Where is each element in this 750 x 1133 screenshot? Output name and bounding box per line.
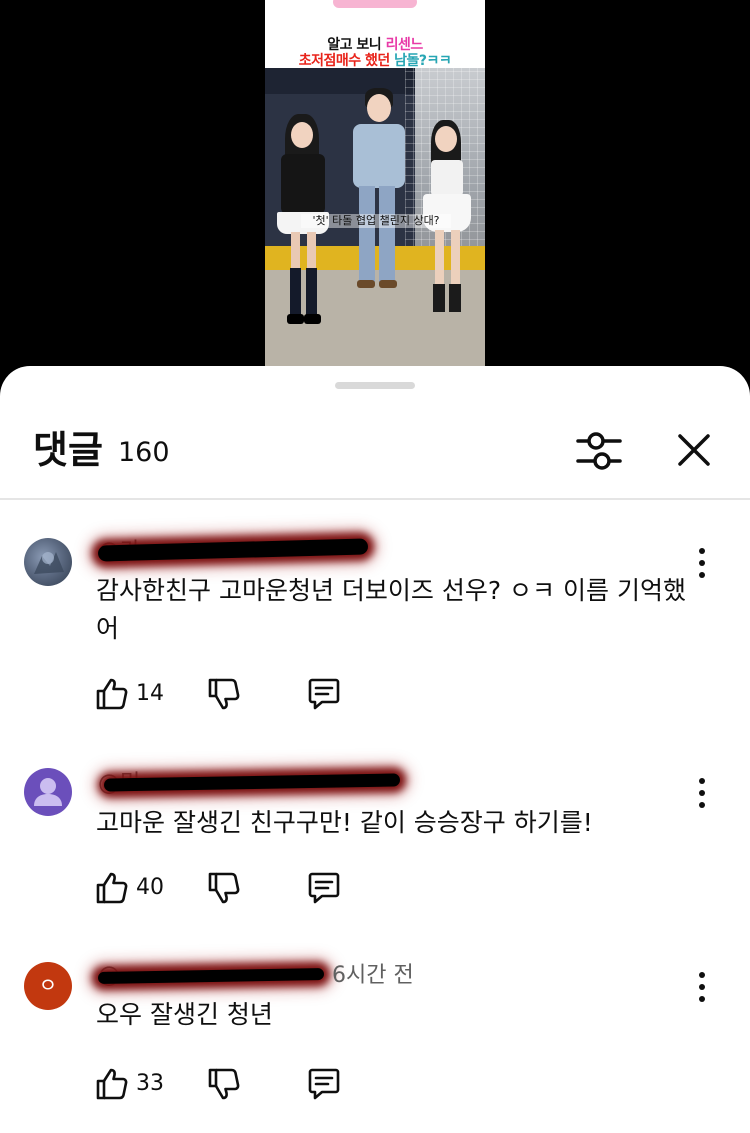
reply-comment-icon bbox=[308, 678, 340, 710]
comment-actions: 14 bbox=[94, 676, 394, 712]
video-top-pill bbox=[333, 0, 417, 8]
dislike-button[interactable] bbox=[206, 1066, 242, 1102]
more-vertical-icon[interactable] bbox=[690, 548, 714, 578]
avatar[interactable]: ㅇ bbox=[24, 962, 72, 1010]
reply-button[interactable] bbox=[306, 870, 342, 906]
like-button[interactable]: 14 bbox=[94, 676, 164, 712]
redaction-scribble bbox=[97, 968, 325, 984]
thumbs-down-icon bbox=[208, 678, 240, 710]
video-player[interactable]: 알고 보니 리센느 초저점매수 했던 남돌?ㅋㅋ '첫' 타돌 협업 챌린지 상… bbox=[0, 0, 750, 380]
dislike-button[interactable] bbox=[206, 870, 242, 906]
comment-author-line: @민 bbox=[98, 770, 658, 798]
thumbs-down-icon bbox=[208, 1068, 240, 1100]
redaction-scribble bbox=[103, 773, 401, 792]
reply-comment-icon bbox=[308, 872, 340, 904]
dislike-button[interactable] bbox=[206, 676, 242, 712]
comments-title: 댓글 bbox=[33, 428, 103, 472]
like-count: 14 bbox=[136, 681, 164, 706]
comment-item: @민 고마운 잘생긴 친구구만! 같이 승승장구 하기를! 40 bbox=[0, 764, 750, 924]
video-scene: '첫' 타돌 협업 챌린지 상대? bbox=[265, 68, 485, 366]
video-subtitle: '첫' 타돌 협업 챌린지 상대? bbox=[301, 214, 451, 228]
like-button[interactable]: 40 bbox=[94, 870, 164, 906]
like-count: 33 bbox=[136, 1071, 164, 1096]
thumbs-up-icon bbox=[96, 678, 128, 710]
comment-item: ㅇ @ 6시간 전 오우 잘생긴 청년 33 bbox=[0, 960, 750, 1120]
header-divider bbox=[0, 498, 750, 500]
thumbs-down-icon bbox=[208, 872, 240, 904]
more-vertical-icon[interactable] bbox=[690, 972, 714, 1002]
comment-time: 6시간 전 bbox=[332, 963, 414, 988]
comments-count: 160 bbox=[118, 437, 170, 468]
reply-button[interactable] bbox=[306, 676, 342, 712]
thumbs-up-icon bbox=[96, 872, 128, 904]
thumbs-up-icon bbox=[96, 1068, 128, 1100]
reply-comment-icon bbox=[308, 1068, 340, 1100]
sliders-icon[interactable] bbox=[576, 430, 622, 474]
drag-handle[interactable] bbox=[335, 382, 415, 389]
avatar-letter: ㅇ bbox=[38, 973, 58, 997]
caption-highlight: 남돌?ㅋㅋ bbox=[394, 53, 452, 69]
avatar[interactable] bbox=[24, 768, 72, 816]
comment-text: 감사한친구 고마운청년 더보이즈 선우? ㅇㅋ 이름 기억했어 bbox=[96, 576, 686, 643]
comment-text: 오우 잘생긴 청년 bbox=[96, 1000, 273, 1029]
comment-actions: 40 bbox=[94, 870, 394, 906]
comment-text: 고마운 잘생긴 친구구만! 같이 승승장구 하기를! bbox=[96, 808, 593, 837]
avatar[interactable] bbox=[24, 538, 72, 586]
person-middle bbox=[345, 88, 411, 318]
video-caption-header: 알고 보니 리센느 초저점매수 했던 남돌?ㅋㅋ bbox=[265, 0, 485, 70]
more-vertical-icon[interactable] bbox=[690, 778, 714, 808]
video-caption-line2: 초저점매수 했던 남돌?ㅋㅋ bbox=[265, 50, 485, 70]
comment-author-line: @라 bbox=[97, 538, 658, 566]
like-button[interactable]: 33 bbox=[94, 1066, 164, 1102]
reply-button[interactable] bbox=[306, 1066, 342, 1102]
video-frame[interactable]: 알고 보니 리센느 초저점매수 했던 남돌?ㅋㅋ '첫' 타돌 협업 챌린지 상… bbox=[265, 0, 485, 366]
caption-text: 초저점매수 했던 bbox=[298, 53, 395, 69]
person-right bbox=[415, 118, 481, 338]
comments-sheet: 댓글 160 @라 감사한친구 고마운청년 더보이즈 선 bbox=[0, 366, 750, 1133]
comment-item: @라 감사한친구 고마운청년 더보이즈 선우? ㅇㅋ 이름 기억했어 14 bbox=[0, 534, 750, 734]
like-count: 40 bbox=[136, 875, 164, 900]
comment-actions: 33 bbox=[94, 1066, 394, 1102]
comment-author-line: @ 6시간 전 bbox=[97, 962, 658, 990]
close-icon[interactable] bbox=[674, 430, 714, 470]
